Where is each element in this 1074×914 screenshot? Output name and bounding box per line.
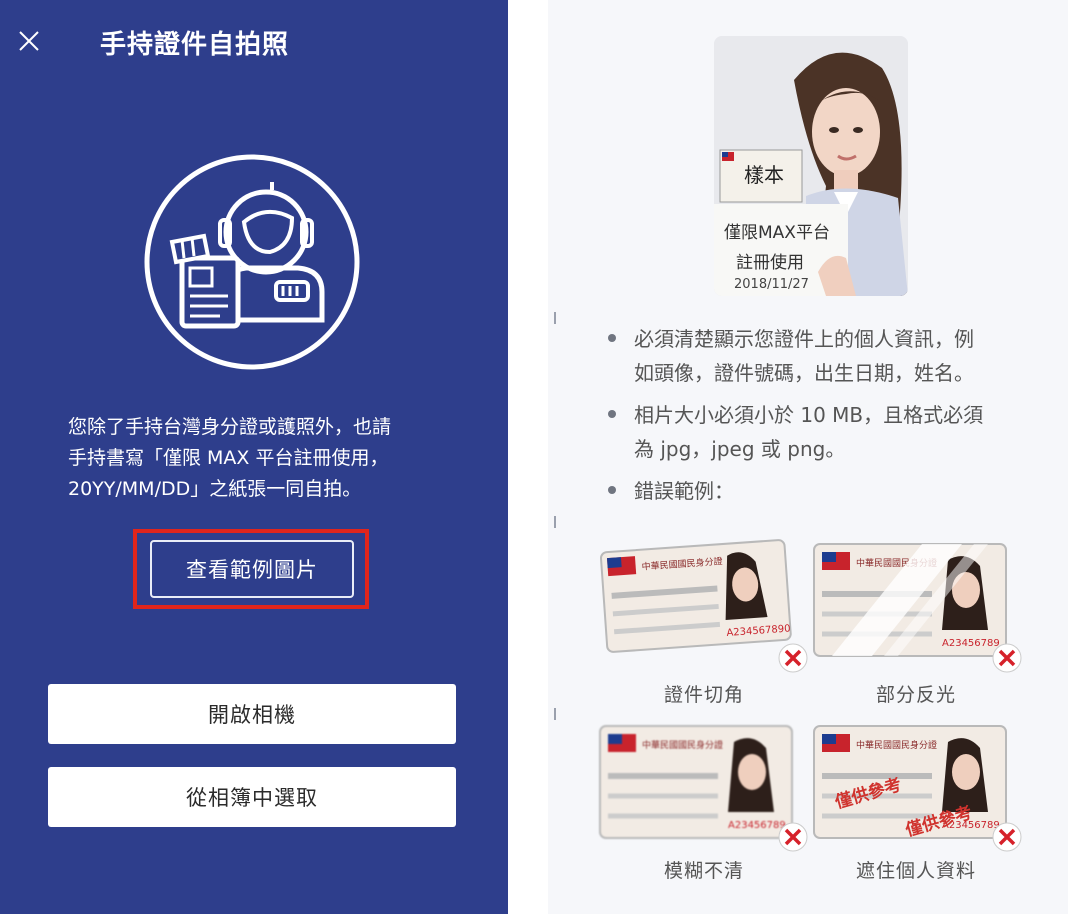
instruction-text: 您除了手持台灣身分證或護照外，也請 手持書寫「僅限 MAX 平台註冊使用， 20… bbox=[68, 412, 448, 505]
astronaut-holding-id-icon bbox=[144, 154, 360, 370]
id-card-image: 中華民國國民身分證 A23456789 bbox=[599, 725, 793, 839]
divider-mark bbox=[554, 708, 556, 720]
error-x-icon bbox=[992, 643, 1022, 673]
example-card-covered: 中華民國國民身分證 A23456789 僅供參考 僅供參考 bbox=[812, 722, 1008, 842]
rule-line: 為 jpg，jpeg 或 png。 bbox=[634, 437, 846, 461]
example-caption: 遮住個人資料 bbox=[855, 860, 976, 882]
example-card-cut-corner: 中華民國國民身分證 A234567890 bbox=[598, 538, 794, 658]
view-sample-button[interactable]: 查看範例圖片 bbox=[150, 540, 354, 598]
page-title: 手持證件自拍照 bbox=[100, 30, 290, 60]
error-x-icon bbox=[778, 643, 808, 673]
sign-line: 註冊使用 bbox=[736, 252, 804, 273]
example-caption: 模糊不清 bbox=[663, 860, 744, 882]
error-x-icon bbox=[778, 822, 808, 852]
card-title: 中華民國國民身分證 bbox=[856, 739, 937, 751]
example-card-glare: 中華民國國民身分證 A23456789 bbox=[812, 540, 1008, 660]
rule-item: 必須清楚顯示您證件上的個人資訊，例 如頭像，證件號碼，出生日期，姓名。 bbox=[600, 322, 1040, 390]
example-card-blurry: 中華民國國民身分證 A23456789 bbox=[598, 722, 794, 842]
sign-line: 僅限MAX平台 bbox=[724, 223, 830, 243]
divider-mark bbox=[554, 516, 556, 528]
id-card-image: 中華民國國民身分證 A23456789 僅供參考 僅供參考 bbox=[813, 725, 1007, 841]
sample-selfie-illustration: 樣本 僅限MAX平台 註冊使用 2018/11/27 bbox=[714, 36, 908, 296]
close-icon bbox=[19, 31, 39, 51]
close-button[interactable] bbox=[14, 26, 46, 58]
instruction-line: 20YY/MM/DD」之紙張一同自拍。 bbox=[68, 478, 362, 500]
id-card-image: 中華民國國民身分證 A234567890 bbox=[600, 539, 792, 653]
instruction-line: 您除了手持台灣身分證或護照外，也請 bbox=[68, 416, 392, 438]
open-camera-button[interactable]: 開啟相機 bbox=[48, 684, 456, 744]
sample-selfie-photo: 樣本 僅限MAX平台 註冊使用 2018/11/27 bbox=[714, 36, 908, 296]
example-caption: 部分反光 bbox=[875, 684, 956, 706]
instruction-line: 手持書寫「僅限 MAX 平台註冊使用， bbox=[68, 447, 389, 469]
sample-stamp-text: 樣本 bbox=[744, 163, 784, 187]
error-x-icon bbox=[992, 822, 1022, 852]
astronaut-id-illustration bbox=[142, 152, 362, 372]
rules-list: 必須清楚顯示您證件上的個人資訊，例 如頭像，證件號碼，出生日期，姓名。 相片大小… bbox=[600, 322, 1040, 516]
sign-line: 2018/11/27 bbox=[734, 277, 809, 292]
rule-line: 相片大小必須小於 10 MB，且格式必須 bbox=[634, 403, 984, 427]
rule-line: 錯誤範例： bbox=[634, 479, 734, 503]
rule-item: 相片大小必須小於 10 MB，且格式必須 為 jpg，jpeg 或 png。 bbox=[600, 398, 1040, 466]
id-card-image: 中華民國國民身分證 A23456789 bbox=[813, 543, 1007, 657]
divider-mark bbox=[554, 312, 556, 324]
card-title: 中華民國國民身分證 bbox=[642, 739, 723, 751]
rule-line: 必須清楚顯示您證件上的個人資訊，例 bbox=[634, 327, 974, 351]
rule-item: 錯誤範例： bbox=[600, 474, 1040, 508]
rule-line: 如頭像，證件號碼，出生日期，姓名。 bbox=[634, 361, 974, 385]
choose-from-album-button[interactable]: 從相簿中選取 bbox=[48, 767, 456, 827]
example-caption: 證件切角 bbox=[663, 684, 744, 706]
selfie-upload-panel: 手持證件自拍照 您除了手持台灣身分證或護照外，也請 手持書寫「僅限 MAX 平台… bbox=[0, 0, 508, 914]
